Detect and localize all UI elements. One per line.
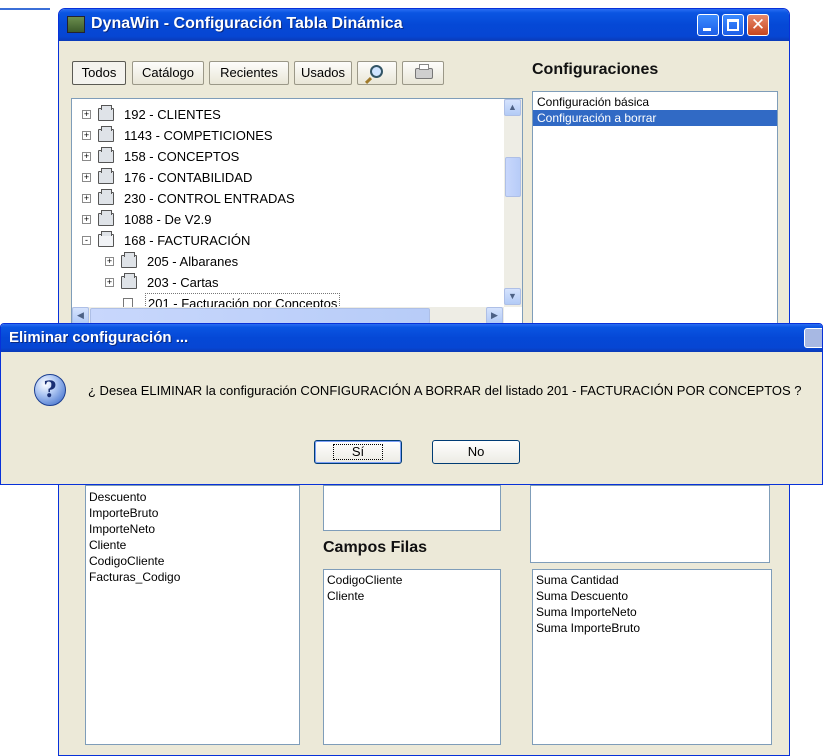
campos-filas-title: Campos Filas [323, 539, 428, 556]
filters-panel[interactable] [323, 485, 501, 531]
configuraciones-title: Configuraciones [532, 61, 659, 78]
tab-usados[interactable]: Usados [294, 61, 352, 85]
list-item[interactable]: CodigoCliente [327, 573, 402, 587]
printer-paper-icon [419, 64, 429, 70]
minimize-icon [703, 28, 711, 31]
desktop-edge-line [0, 8, 50, 10]
magnifier-handle-icon [364, 76, 373, 85]
tab-catalogo[interactable]: Catálogo [132, 61, 204, 85]
collapse-icon[interactable]: - [82, 236, 91, 245]
maximize-button[interactable] [722, 14, 744, 36]
config-item-basica[interactable]: Configuración básica [533, 94, 777, 110]
tab-todos[interactable]: Todos [72, 61, 126, 85]
folder-icon [121, 273, 137, 289]
tree-node-label: 176 - CONTABILIDAD [124, 170, 253, 185]
folder-icon [98, 126, 114, 142]
magnifier-icon [370, 65, 383, 78]
main-titlebar[interactable]: DynaWin - Configuración Tabla Dinámica ✕ [59, 9, 789, 41]
tree-node-label: 192 - CLIENTES [124, 107, 221, 122]
folder-icon [98, 168, 114, 184]
fields-list[interactable]: Descuento ImporteBruto ImporteNeto Clien… [85, 485, 300, 745]
tree-node-label: 205 - Albaranes [147, 254, 239, 269]
list-item[interactable]: Facturas_Codigo [89, 570, 180, 584]
expand-icon[interactable]: + [82, 152, 91, 161]
list-item[interactable]: Descuento [89, 490, 146, 504]
close-button[interactable]: ✕ [747, 14, 769, 36]
list-item[interactable]: CodigoCliente [89, 554, 164, 568]
yes-button[interactable]: Sí [314, 440, 402, 464]
tab-recientes[interactable]: Recientes [209, 61, 289, 85]
folder-icon [98, 105, 114, 121]
scroll-up-button[interactable]: ▲ [504, 99, 521, 116]
tree-content: +192 - CLIENTES +1143 - COMPETICIONES +1… [72, 99, 504, 314]
config-item-a-borrar[interactable]: Configuración a borrar [533, 110, 777, 126]
scroll-down-button[interactable]: ▼ [504, 288, 521, 305]
folder-icon [98, 210, 114, 226]
dialog-title: Eliminar configuración ... [9, 329, 189, 346]
list-item[interactable]: Suma ImporteNeto [536, 605, 637, 619]
tree-node-label: 158 - CONCEPTOS [124, 149, 240, 164]
scroll-left-button[interactable]: ◀ [72, 307, 89, 323]
no-button[interactable]: No [432, 440, 520, 464]
minimize-button[interactable] [697, 14, 719, 36]
list-item[interactable]: Suma Descuento [536, 589, 628, 603]
list-item[interactable]: ImporteNeto [89, 522, 155, 536]
expand-icon[interactable]: + [82, 173, 91, 182]
dialog-titlebar[interactable]: Eliminar configuración ... [1, 324, 822, 352]
no-button-label: No [467, 444, 485, 459]
tree-node-label: 1143 - COMPETICIONES [124, 128, 273, 143]
search-button[interactable] [357, 61, 397, 85]
tree-node-label: 168 - FACTURACIÓN [124, 233, 251, 248]
columns-panel[interactable] [530, 485, 770, 563]
folder-icon [121, 252, 137, 268]
tree-node-label: 1088 - De V2.9 [124, 212, 212, 227]
dialog-close-button[interactable] [804, 328, 822, 348]
row-fields-list[interactable]: CodigoCliente Cliente [323, 569, 501, 745]
tree-node-label: 230 - CONTROL ENTRADAS [124, 191, 295, 206]
maximize-icon [727, 19, 739, 31]
print-button[interactable] [402, 61, 444, 85]
app-icon [67, 16, 85, 33]
confirm-dialog: Eliminar configuración ... ? ¿ Desea ELI… [0, 323, 823, 485]
list-item[interactable]: Suma Cantidad [536, 573, 619, 587]
values-list[interactable]: Suma Cantidad Suma Descuento Suma Import… [532, 569, 772, 745]
scroll-thumb[interactable] [505, 157, 521, 197]
folder-icon [98, 147, 114, 163]
window-title: DynaWin - Configuración Tabla Dinámica [91, 15, 403, 32]
expand-icon[interactable]: + [82, 215, 91, 224]
tree-vertical-scrollbar[interactable]: ▲ ▼ [504, 99, 522, 307]
list-item[interactable]: Cliente [327, 589, 364, 603]
scroll-right-button[interactable]: ▶ [486, 307, 503, 323]
hscroll-thumb[interactable] [90, 308, 430, 323]
expand-icon[interactable]: + [82, 131, 91, 140]
tree-horizontal-scrollbar[interactable]: ◀ ▶ [72, 307, 504, 323]
tree-node-label: 203 - Cartas [147, 275, 219, 290]
expand-icon[interactable]: + [105, 257, 114, 266]
folder-icon [98, 189, 114, 205]
expand-icon[interactable]: + [105, 278, 114, 287]
list-item[interactable]: ImporteBruto [89, 506, 158, 520]
close-icon: ✕ [750, 15, 766, 35]
dialog-message: ¿ Desea ELIMINAR la configuración CONFIG… [88, 383, 802, 398]
expand-icon[interactable]: + [82, 110, 91, 119]
yes-button-label: Sí [332, 444, 384, 460]
report-tree[interactable]: +192 - CLIENTES +1143 - COMPETICIONES +1… [71, 98, 523, 324]
question-icon: ? [34, 374, 66, 406]
expand-icon[interactable]: + [82, 194, 91, 203]
open-folder-icon [98, 231, 114, 247]
list-item[interactable]: Suma ImporteBruto [536, 621, 640, 635]
list-item[interactable]: Cliente [89, 538, 126, 552]
configuraciones-list[interactable]: Configuración básica Configuración a bor… [532, 91, 778, 327]
